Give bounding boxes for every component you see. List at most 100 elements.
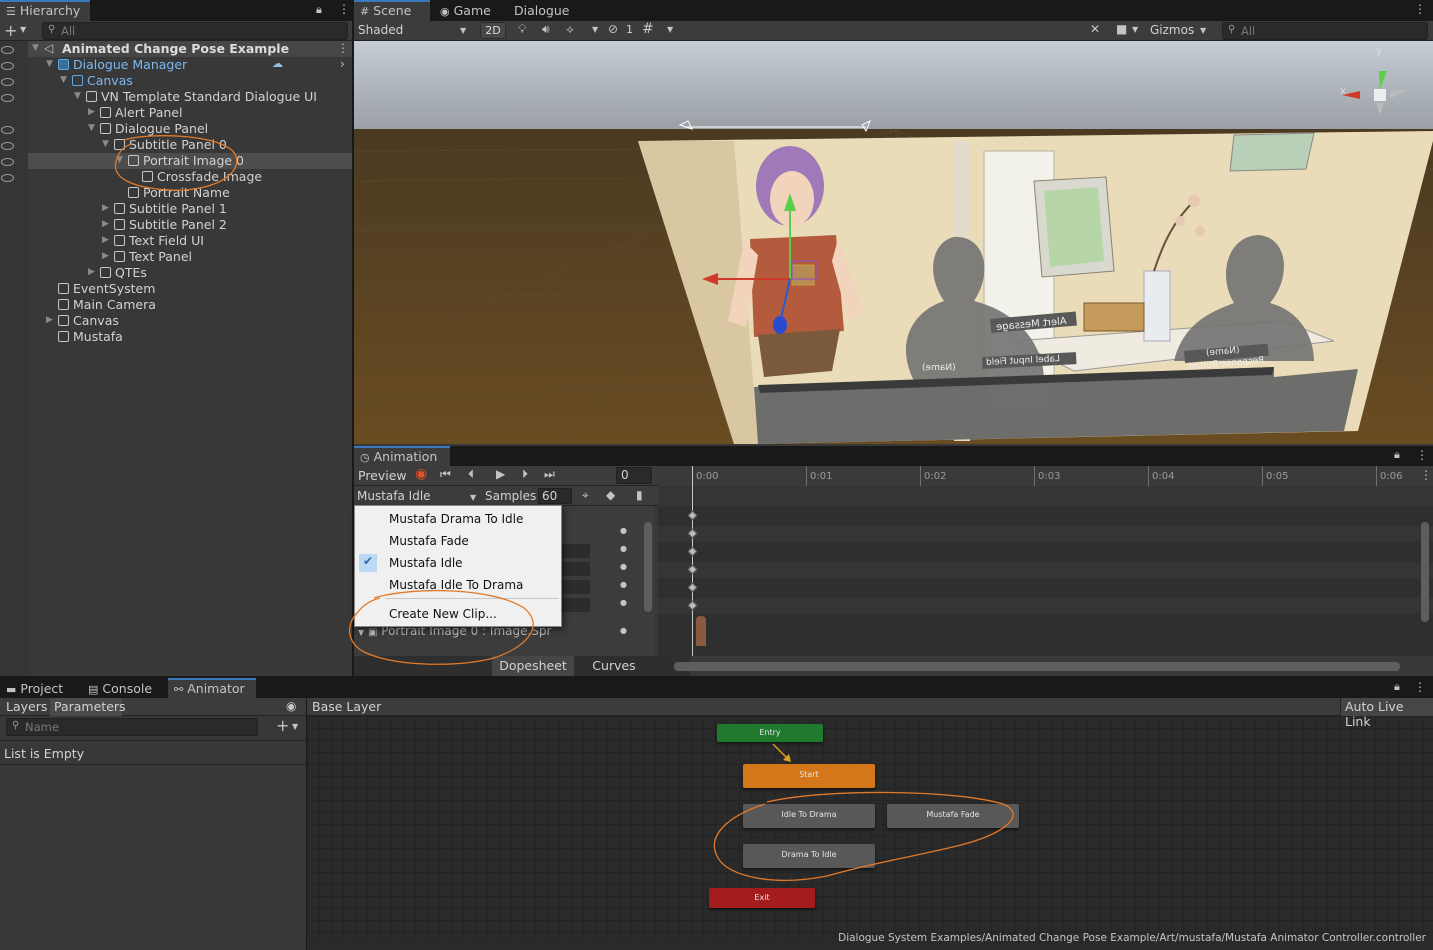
timeline-hscrollbar[interactable] xyxy=(674,662,1400,671)
dropdown-arrow-icon[interactable]: ▼ xyxy=(592,25,598,34)
gameobject-cube-icon xyxy=(114,203,125,214)
keyframe-dot-icon[interactable]: ● xyxy=(620,626,627,635)
lighting-bulb-icon[interactable]: 💡︎ xyxy=(518,22,526,37)
dropdown-arrow-icon[interactable]: ▼ xyxy=(20,25,26,34)
lock-icon[interactable]: 🔒︎ xyxy=(316,3,322,17)
auto-live-link-button[interactable]: Auto Live Link xyxy=(1340,698,1433,729)
camera-icon[interactable]: ■ xyxy=(1116,22,1127,36)
hierarchy-item-mustafa[interactable]: Mustafa xyxy=(58,329,123,345)
parameter-search-input[interactable]: ⚲ Name xyxy=(6,718,258,736)
keyframe-dot-icon[interactable]: ● xyxy=(620,526,627,535)
visibility-eye-icon[interactable] xyxy=(1,158,14,166)
hierarchy-item-dialogue-manager[interactable]: ▼ Dialogue Manager ☁ › xyxy=(44,57,352,73)
scene-viewport[interactable]: y x Alert Message (Name) Label Input Fie… xyxy=(354,41,1433,444)
eye-icon[interactable]: ◉ xyxy=(286,699,296,713)
more-icon[interactable]: ⋮ xyxy=(1414,2,1426,16)
visibility-eye-icon[interactable] xyxy=(1,62,14,70)
clip-dropdown[interactable]: Mustafa Idle ▼ xyxy=(354,486,480,506)
hidden-objects-icon[interactable]: ⊘ xyxy=(608,22,618,36)
dropdown-arrow-icon[interactable]: ▼ xyxy=(667,25,673,34)
prev-keyframe-icon[interactable]: ⏴ xyxy=(468,467,474,482)
record-icon[interactable]: ◉ xyxy=(415,466,427,482)
effects-icon[interactable]: ⟡ xyxy=(566,22,574,37)
add-icon[interactable]: + xyxy=(4,21,17,40)
add-keyframe-icon[interactable]: ◆ xyxy=(606,488,615,502)
lock-icon[interactable]: 🔒︎ xyxy=(1394,680,1400,694)
last-keyframe-icon[interactable]: ⏭ xyxy=(544,467,555,482)
expand-arrow-icon[interactable]: ▼ xyxy=(32,43,39,53)
add-event-icon[interactable]: ▮ xyxy=(636,488,643,502)
visibility-eye-icon[interactable] xyxy=(1,78,14,86)
tab-scene[interactable]: # Scene xyxy=(354,0,430,21)
more-icon[interactable]: ⋮ xyxy=(338,2,350,16)
tab-animation[interactable]: ◷ Animation xyxy=(354,446,450,467)
play-icon[interactable]: ▶ xyxy=(496,467,505,481)
tab-dialogue[interactable]: Dialogue xyxy=(508,0,577,21)
next-keyframe-icon[interactable]: ⏵ xyxy=(522,467,528,482)
cloud-icon: ☁ xyxy=(272,57,283,70)
breadcrumb[interactable]: Base Layer xyxy=(307,698,387,716)
tab-project[interactable]: ▬ Project xyxy=(0,678,71,699)
menu-item-mustafa-drama-to-idle[interactable]: Mustafa Drama To Idle xyxy=(355,508,561,530)
more-icon[interactable]: ⋮ xyxy=(1420,468,1432,482)
scene-more-icon[interactable]: ⋮ xyxy=(337,41,349,55)
layers-tab[interactable]: Layers xyxy=(0,698,50,716)
visibility-eye-icon[interactable] xyxy=(1,94,14,102)
toggle-2d-button[interactable]: 2D xyxy=(480,22,506,39)
annotation-circle xyxy=(349,589,534,665)
timeline-tick: 0:02 xyxy=(920,466,946,486)
timeline-tick: 0:01 xyxy=(806,466,832,486)
preview-toggle[interactable]: Preview xyxy=(354,466,410,486)
hierarchy-search-input[interactable]: ⚲ All xyxy=(42,22,348,40)
playhead[interactable] xyxy=(692,466,693,656)
dropdown-arrow-icon[interactable]: ▼ xyxy=(292,722,298,731)
chevron-right-icon[interactable]: › xyxy=(340,57,345,71)
keyframe[interactable] xyxy=(687,546,698,557)
keyframe[interactable] xyxy=(687,582,698,593)
keyframe-dot-icon[interactable]: ● xyxy=(620,544,627,553)
dropdown-arrow-icon[interactable]: ▼ xyxy=(1132,25,1138,34)
first-keyframe-icon[interactable]: ⏮ xyxy=(440,467,451,482)
visibility-eye-icon[interactable] xyxy=(1,142,14,150)
tab-game[interactable]: ◉ Game xyxy=(434,0,499,21)
tab-animator[interactable]: ⚯ Animator xyxy=(168,678,256,699)
visibility-eye-icon[interactable] xyxy=(1,46,14,54)
more-icon[interactable]: ⋮ xyxy=(1414,680,1426,694)
visibility-eye-icon[interactable] xyxy=(1,174,14,182)
grid-toggle-icon[interactable]: # xyxy=(642,21,654,37)
more-icon[interactable]: ⋮ xyxy=(1416,448,1428,462)
curves-tab[interactable]: Curves xyxy=(576,656,652,676)
timeline-vscrollbar[interactable] xyxy=(1421,522,1429,622)
visibility-eye-icon[interactable] xyxy=(1,126,14,134)
hierarchy-item-main-camera[interactable]: Main Camera xyxy=(58,297,156,313)
keyframe[interactable] xyxy=(687,510,698,521)
prefab-cube-icon xyxy=(58,59,69,70)
menu-item-mustafa-idle[interactable]: ✔ Mustafa Idle xyxy=(355,552,561,574)
menu-item-mustafa-fade[interactable]: Mustafa Fade xyxy=(355,530,561,552)
timeline-tick: 0:05 xyxy=(1262,466,1288,486)
audio-icon[interactable]: 🔊︎ xyxy=(542,22,550,37)
animator-graph[interactable]: Entry Start Idle To Drama Mustafa Fade D… xyxy=(307,716,1433,938)
add-keyframe-target-icon[interactable]: ⌖ xyxy=(582,488,589,503)
timeline-area[interactable]: 0:00 0:01 0:02 0:03 0:04 0:05 0:06 ⋮ xyxy=(658,466,1433,656)
add-parameter-icon[interactable]: + xyxy=(276,716,289,735)
scene-search-input[interactable]: ⚲ All xyxy=(1222,22,1428,40)
tab-hierarchy[interactable]: ☰ Hierarchy xyxy=(0,0,90,21)
state-start[interactable]: Start xyxy=(743,764,875,788)
tools-icon[interactable]: ✕ xyxy=(1090,22,1100,36)
property-scrollbar[interactable] xyxy=(644,522,652,612)
samples-field[interactable]: 60 xyxy=(538,488,572,504)
keyframe-dot-icon[interactable]: ● xyxy=(620,598,627,607)
shading-mode-dropdown[interactable]: Shaded ▼ xyxy=(354,21,474,41)
tab-console[interactable]: ▤ Console xyxy=(82,678,160,699)
state-exit[interactable]: Exit xyxy=(709,888,815,908)
lock-icon[interactable]: 🔒︎ xyxy=(1394,448,1400,462)
frame-field[interactable]: 0 xyxy=(616,467,652,484)
keyframe-dot-icon[interactable]: ● xyxy=(620,562,627,571)
gizmos-dropdown[interactable]: Gizmos ▼ xyxy=(1148,21,1212,41)
state-entry[interactable]: Entry xyxy=(717,724,823,742)
timeline-tick: 0:04 xyxy=(1148,466,1174,486)
parameters-tab[interactable]: Parameters xyxy=(50,698,126,716)
keyframe-dot-icon[interactable]: ● xyxy=(620,580,627,589)
hierarchy-item-eventsystem[interactable]: EventSystem xyxy=(58,281,155,297)
